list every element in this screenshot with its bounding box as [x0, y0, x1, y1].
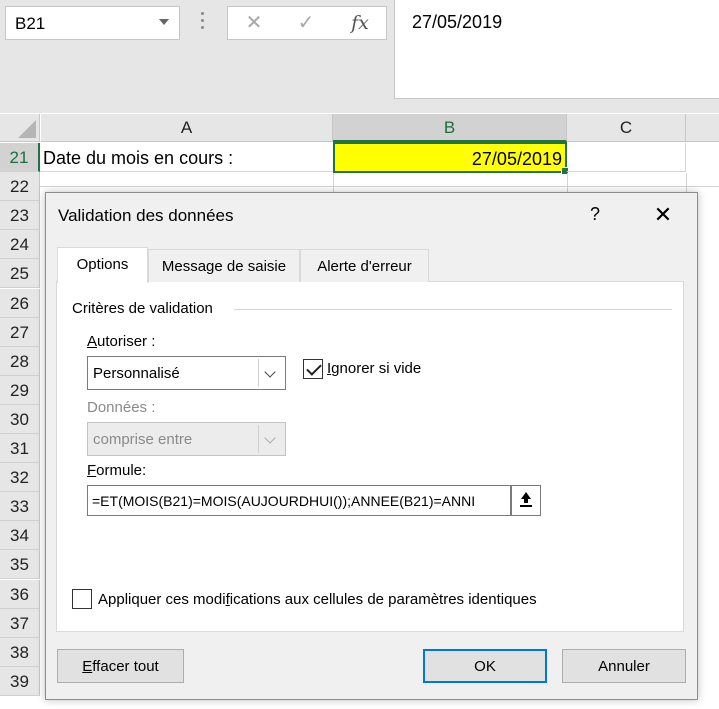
row-header-21[interactable]: 21 — [0, 143, 40, 173]
cell-b21-value: 27/05/2019 — [471, 149, 562, 169]
tab-options[interactable]: Options — [57, 247, 148, 283]
chevron-down-icon[interactable] — [258, 425, 283, 453]
row-header-32[interactable]: 32 — [0, 463, 40, 493]
data-select[interactable]: comprise entre — [87, 422, 286, 456]
row-header-31[interactable]: 31 — [0, 434, 40, 464]
row-header-37[interactable]: 37 — [0, 608, 40, 638]
row-22-cells[interactable] — [40, 173, 719, 187]
row-header-34[interactable]: 34 — [0, 521, 40, 551]
allow-select-value: Personnalisé — [93, 365, 180, 382]
name-box-value: B21 — [15, 14, 46, 33]
row-header-36[interactable]: 36 — [0, 579, 40, 609]
clear-all-button[interactable]: Effacer tout — [57, 649, 184, 683]
criteria-group-label: Critères de validation — [72, 300, 213, 317]
row-header-27[interactable]: 27 — [0, 317, 40, 347]
cancel-button[interactable]: Annuler — [562, 649, 686, 683]
cell-c21[interactable] — [567, 143, 686, 172]
data-label: Données : — [87, 399, 156, 416]
allow-select[interactable]: Personnalisé — [87, 356, 286, 390]
tab-input-message[interactable]: Message de saisie — [148, 249, 300, 282]
apply-all-label[interactable]: Appliquer ces modifications aux cellules… — [98, 591, 537, 608]
chevron-down-icon[interactable] — [258, 359, 283, 387]
tab-error-alert[interactable]: Alerte d'erreur — [300, 249, 429, 282]
name-box[interactable]: B21 — [5, 6, 180, 40]
formula-input[interactable]: 27/05/2019 — [394, 0, 719, 99]
row-header-35[interactable]: 35 — [0, 550, 40, 580]
range-select-icon[interactable] — [511, 485, 541, 516]
more-options-icon — [200, 12, 206, 32]
row-header-30[interactable]: 30 — [0, 404, 40, 434]
row-header-22[interactable]: 22 — [0, 172, 40, 202]
formula-bar-content: 27/05/2019 — [412, 12, 503, 32]
grid-line — [333, 173, 334, 193]
grid-line — [686, 173, 687, 193]
row-header-29[interactable]: 29 — [0, 375, 40, 405]
formula-field[interactable]: =ET(MOIS(B21)=MOIS(AUJOURDHUI());ANNEE(B… — [87, 485, 511, 516]
row-header-26[interactable]: 26 — [0, 288, 40, 318]
select-all-corner[interactable] — [0, 114, 40, 142]
row-header-23[interactable]: 23 — [0, 201, 40, 231]
formula-field-value: =ET(MOIS(B21)=MOIS(AUJOURDHUI());ANNEE(B… — [92, 493, 476, 509]
column-header-next[interactable] — [686, 114, 719, 142]
row-header-28[interactable]: 28 — [0, 346, 40, 376]
help-icon[interactable]: ? — [585, 204, 605, 225]
column-header-c[interactable]: C — [567, 114, 686, 142]
ignore-blank-label[interactable]: Ignorer si vide — [327, 360, 421, 377]
row-header-24[interactable]: 24 — [0, 230, 40, 260]
ignore-blank-checkbox[interactable] — [303, 359, 323, 379]
group-divider — [234, 309, 672, 310]
allow-label: Autoriser : — [87, 333, 156, 350]
chevron-down-icon[interactable] — [159, 19, 169, 25]
row-header-33[interactable]: 33 — [0, 492, 40, 522]
insert-function-icon[interactable]: fx — [340, 9, 380, 37]
options-panel: Critères de validation Autoriser : Perso… — [56, 282, 684, 632]
formula-label: Formule: — [87, 462, 147, 479]
dialog-title: Validation des données — [58, 206, 234, 225]
row-header-25[interactable]: 25 — [0, 259, 40, 289]
close-icon[interactable]: ✕ — [651, 202, 675, 228]
data-validation-dialog: Validation des données ? ✕ Options Messa… — [45, 192, 698, 700]
cell-b21[interactable]: 27/05/2019 — [333, 142, 569, 175]
ok-button[interactable]: OK — [423, 649, 547, 683]
cancel-icon[interactable]: ✕ — [234, 9, 274, 37]
column-header-a[interactable]: A — [41, 114, 333, 142]
data-select-value: comprise entre — [93, 431, 193, 448]
grid-line — [567, 173, 568, 193]
column-header-b[interactable]: B — [333, 114, 567, 142]
apply-all-checkbox[interactable] — [72, 589, 92, 609]
enter-icon[interactable]: ✓ — [286, 9, 326, 37]
row-header-38[interactable]: 38 — [0, 637, 40, 667]
formula-buttons: ✕ ✓ fx — [227, 6, 387, 40]
cell-a21[interactable]: Date du mois en cours : — [40, 143, 333, 172]
row-header-39[interactable]: 39 — [0, 666, 40, 696]
